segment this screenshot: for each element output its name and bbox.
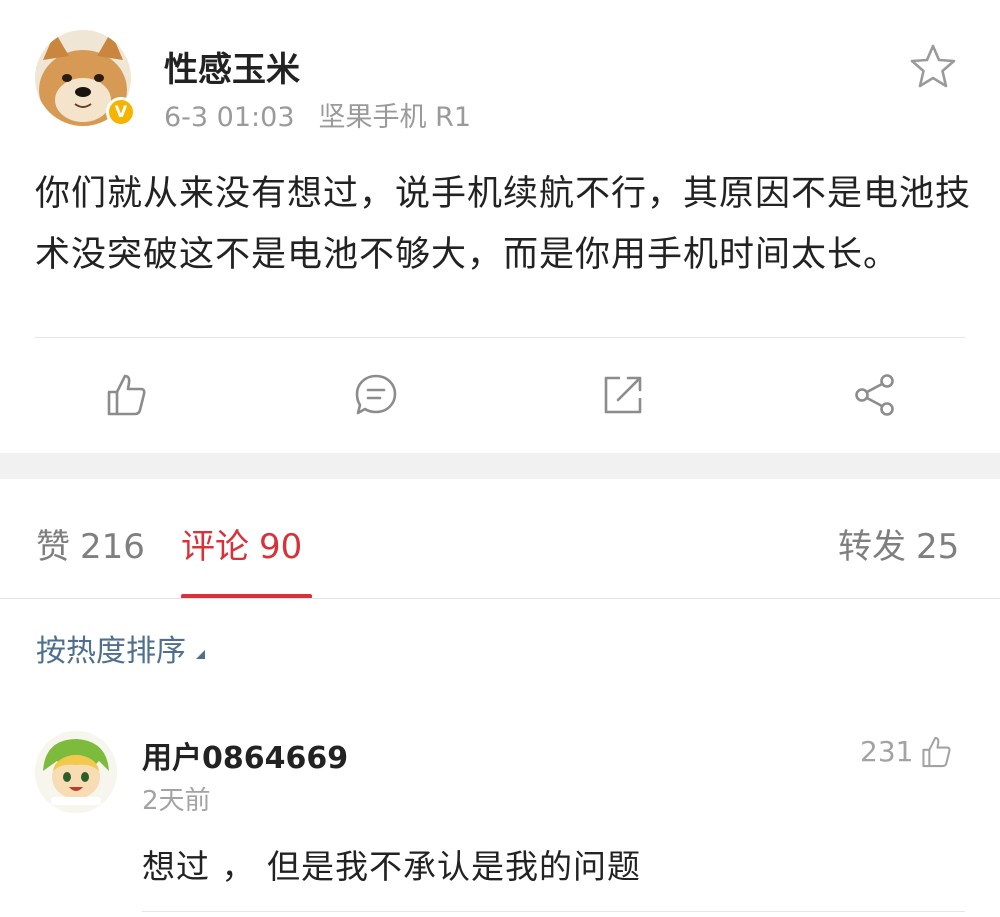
post-body-text: 你们就从来没有想过，说手机续航不行，其原因不是电池技术没突破这不是电池不够大，而…: [35, 174, 972, 275]
post-divider: [35, 337, 965, 338]
tab-comments-label: 评论: [181, 527, 249, 567]
tab-reposts[interactable]: 转发 25: [838, 519, 959, 568]
comment-text: 想过 ， 但是我不承认是我的问题: [142, 847, 641, 886]
comment-divider: [142, 911, 965, 912]
comment-like-count: 231: [860, 735, 914, 768]
section-separator: [0, 453, 1000, 479]
sort-label: 按热度排序: [36, 634, 186, 669]
tab-comments[interactable]: 评论 90: [181, 519, 302, 568]
share-icon[interactable]: [852, 372, 898, 418]
post-source: 坚果手机 R1: [318, 102, 472, 133]
dropdown-triangle-icon: [196, 650, 205, 659]
tab-likes-count: 216: [80, 527, 145, 567]
star-outline-icon[interactable]: [908, 43, 958, 91]
cartoon-elf-avatar-image: [35, 731, 117, 813]
comment-bubble-icon[interactable]: [353, 372, 399, 418]
sort-by-popularity-dropdown[interactable]: 按热度排序: [36, 626, 205, 670]
comment-time: 2天前: [142, 786, 211, 816]
tab-reposts-count: 25: [916, 527, 960, 567]
comment-username[interactable]: 用户0864669: [142, 733, 348, 777]
tab-likes-label: 赞: [36, 527, 70, 567]
comment-like-button[interactable]: 231: [860, 735, 953, 769]
post-meta: 6-3 01:03 坚果手机 R1: [164, 95, 471, 134]
commenter-avatar[interactable]: [35, 731, 117, 813]
tab-likes[interactable]: 赞 216: [36, 519, 145, 568]
author-name[interactable]: 性感玉米: [164, 42, 300, 91]
thumbs-up-icon[interactable]: [103, 372, 149, 418]
thumbs-up-icon: [922, 736, 951, 768]
post-time: 6-3 01:03: [164, 102, 295, 133]
repost-icon[interactable]: [600, 372, 646, 418]
verified-badge: V: [106, 97, 136, 127]
author-avatar-wrap[interactable]: V: [35, 30, 136, 127]
tab-comments-count: 90: [259, 527, 303, 567]
tabs-divider: [0, 598, 1000, 599]
tab-reposts-label: 转发: [838, 527, 906, 567]
